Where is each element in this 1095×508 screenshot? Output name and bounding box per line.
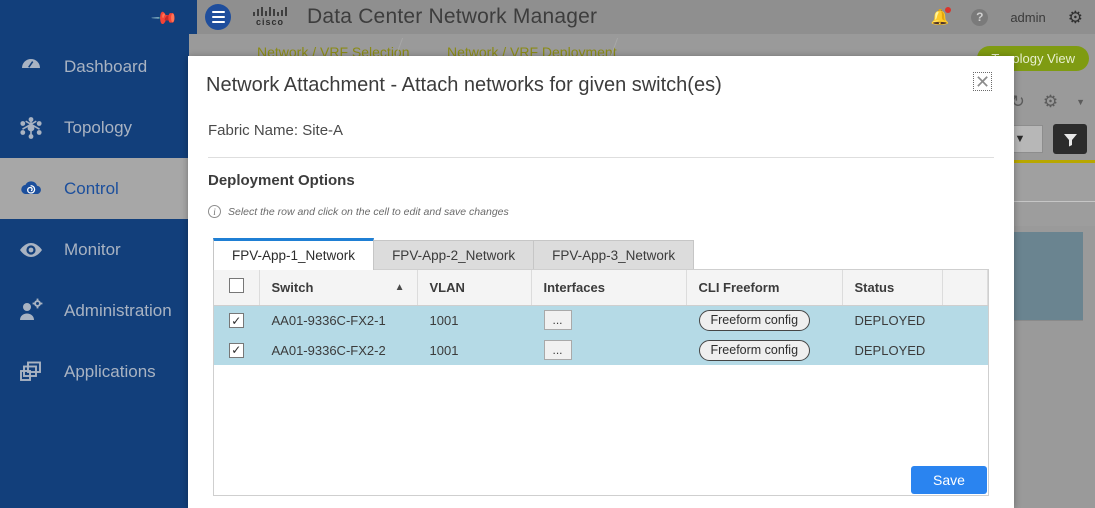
sidebar-item-label: Dashboard xyxy=(64,56,148,76)
freeform-config-button[interactable]: Freeform config xyxy=(698,339,811,361)
sidebar-item-label: Monitor xyxy=(64,239,121,259)
select-all-header xyxy=(214,270,260,306)
caret-down-icon[interactable]: ▼ xyxy=(1076,97,1085,107)
sidebar-item-label: Topology xyxy=(64,117,133,137)
user-gear-icon xyxy=(16,296,46,326)
gear-icon[interactable]: ⚙ xyxy=(1043,92,1058,112)
hint-row: i Select the row and click on the cell t… xyxy=(208,205,509,218)
eye-icon xyxy=(16,235,46,265)
cell-cli-freeform: Freeform config xyxy=(686,305,842,335)
sidebar-item-monitor[interactable]: Monitor xyxy=(0,219,189,280)
sidebar: 📌 Dashboard Topology Control Monitor Adm… xyxy=(0,0,189,508)
cell-switch[interactable]: AA01-9336C-FX2-2 xyxy=(259,335,417,365)
cisco-wordmark: cisco xyxy=(255,17,284,27)
hint-text: Select the row and click on the cell to … xyxy=(228,205,509,218)
sidebar-item-dashboard[interactable]: Dashboard xyxy=(0,36,189,97)
tab-fpv-app-3-network[interactable]: FPV-App-3_Network xyxy=(533,240,695,270)
sidebar-item-control[interactable]: Control xyxy=(0,158,189,219)
cloud-icon xyxy=(16,174,46,204)
save-button[interactable]: Save xyxy=(911,466,987,494)
table-row[interactable]: ✓ AA01-9336C-FX2-1 1001 ... Freeform con… xyxy=(214,305,988,335)
select-all-checkbox[interactable] xyxy=(228,278,244,294)
cell-status[interactable]: DEPLOYED xyxy=(842,335,942,365)
cell-vlan[interactable]: 1001 xyxy=(417,305,531,335)
app-title: Data Center Network Manager xyxy=(307,5,598,28)
sidebar-pin-row: 📌 xyxy=(0,0,189,36)
close-icon[interactable]: ✕ xyxy=(973,72,992,91)
network-nodes-icon xyxy=(16,113,46,143)
column-header-interfaces[interactable]: Interfaces xyxy=(531,270,687,306)
cisco-logo: cisco xyxy=(253,7,287,27)
sidebar-item-administration[interactable]: Administration xyxy=(0,280,189,341)
column-header-cli-freeform[interactable]: CLI Freeform xyxy=(686,270,843,306)
network-tabs: FPV-App-1_Network FPV-App-2_Network FPV-… xyxy=(213,238,695,270)
sidebar-item-label: Applications xyxy=(64,361,156,381)
cell-vlan[interactable]: 1001 xyxy=(417,335,531,365)
pin-icon[interactable]: 📌 xyxy=(150,4,178,32)
row-select-cell: ✓ xyxy=(214,305,259,335)
gear-icon[interactable]: ⚙ xyxy=(1068,9,1083,26)
gauge-icon xyxy=(16,52,46,82)
filter-icon[interactable] xyxy=(1053,124,1087,154)
cell-switch[interactable]: AA01-9336C-FX2-1 xyxy=(259,305,417,335)
help-icon[interactable]: ? xyxy=(971,8,989,26)
sidebar-item-topology[interactable]: Topology xyxy=(0,97,189,158)
hamburger-icon[interactable] xyxy=(205,4,231,30)
sidebar-item-applications[interactable]: Applications xyxy=(0,341,189,402)
row-checkbox[interactable]: ✓ xyxy=(228,342,244,358)
cell-interfaces: ... xyxy=(531,335,686,365)
tab-fpv-app-2-network[interactable]: FPV-App-2_Network xyxy=(373,240,535,270)
sidebar-item-label: Administration xyxy=(64,300,172,320)
column-header-switch[interactable]: Switch ▲ xyxy=(259,270,418,306)
windows-stack-icon xyxy=(16,357,46,387)
dialog-title: Network Attachment - Attach networks for… xyxy=(206,74,722,96)
fabric-name: Fabric Name: Site-A xyxy=(208,122,344,139)
cell-extra xyxy=(942,305,988,335)
sort-ascending-icon: ▲ xyxy=(394,281,405,293)
row-checkbox[interactable]: ✓ xyxy=(228,313,244,328)
row-select-cell: ✓ xyxy=(214,335,259,365)
background-toolbar: ↻ ⚙ ▼ xyxy=(1011,92,1085,112)
cell-cli-freeform: Freeform config xyxy=(686,335,842,365)
cell-status[interactable]: DEPLOYED xyxy=(842,305,942,335)
table-header-row: Switch ▲ VLAN Interfaces CLI Freeform St… xyxy=(214,270,988,306)
column-header-vlan[interactable]: VLAN xyxy=(417,270,532,306)
freeform-config-button[interactable]: Freeform config xyxy=(698,309,811,331)
column-header-status[interactable]: Status xyxy=(842,270,943,306)
cell-interfaces: ... xyxy=(531,305,686,335)
app-header: cisco Data Center Network Manager 🔔 ? ad… xyxy=(189,0,1095,34)
cell-extra xyxy=(942,335,988,365)
network-attachment-dialog: Network Attachment - Attach networks for… xyxy=(188,56,1014,508)
header-actions: 🔔 ? admin ⚙ xyxy=(931,7,1095,26)
dialog-divider xyxy=(208,157,994,158)
tab-fpv-app-1-network[interactable]: FPV-App-1_Network xyxy=(213,238,375,270)
header-edge xyxy=(189,0,197,34)
interfaces-button[interactable]: ... xyxy=(543,340,572,360)
table-row[interactable]: ✓ AA01-9336C-FX2-2 1001 ... Freeform con… xyxy=(214,335,988,365)
sidebar-item-label: Control xyxy=(64,178,119,198)
cisco-bars xyxy=(253,7,287,16)
interfaces-button[interactable]: ... xyxy=(543,310,572,331)
attachment-table: Switch ▲ VLAN Interfaces CLI Freeform St… xyxy=(213,269,989,496)
bell-icon[interactable]: 🔔 xyxy=(931,7,952,26)
user-menu[interactable]: admin xyxy=(1010,10,1045,25)
column-header-extra xyxy=(942,270,988,306)
section-title-deployment-options: Deployment Options xyxy=(208,172,355,189)
info-icon: i xyxy=(208,205,221,218)
